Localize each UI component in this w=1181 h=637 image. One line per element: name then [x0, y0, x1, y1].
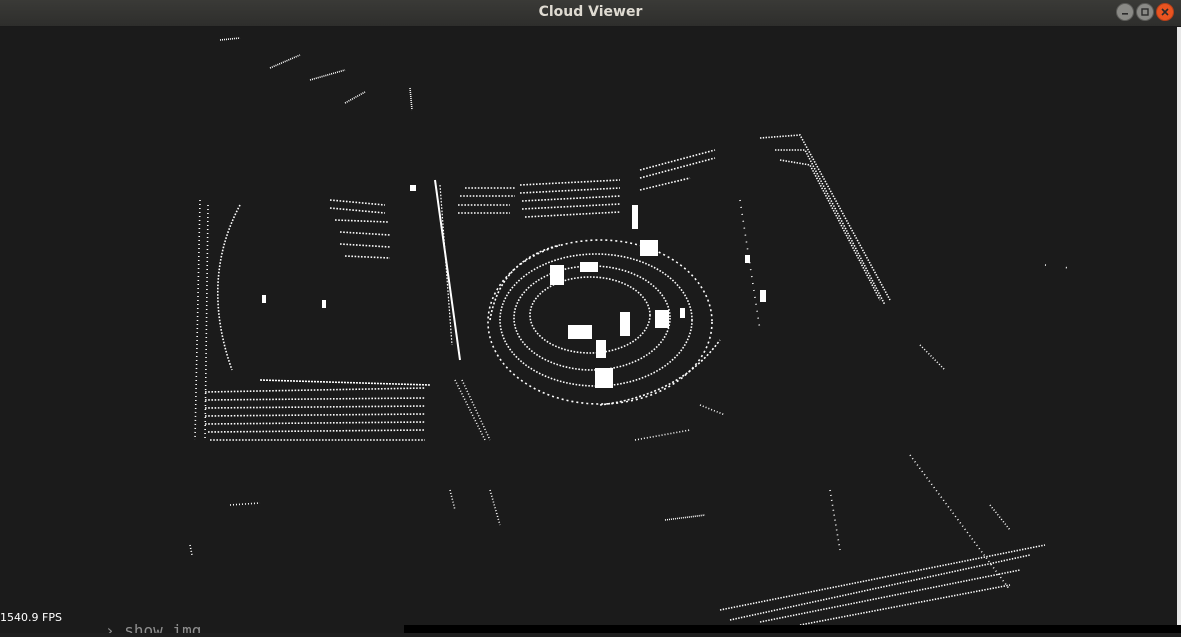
- background-window-edge: [1177, 27, 1181, 633]
- minimize-icon: [1122, 13, 1128, 15]
- fps-counter: 1540.9 FPS: [0, 611, 62, 624]
- title-bar[interactable]: Cloud Viewer: [0, 0, 1181, 27]
- close-button[interactable]: [1156, 3, 1174, 21]
- maximize-button[interactable]: [1136, 3, 1154, 21]
- close-icon: [1161, 8, 1169, 16]
- minimize-button[interactable]: [1116, 3, 1134, 21]
- background-terminal-text: › show_img: [105, 622, 202, 633]
- point-cloud-viewport[interactable]: [0, 27, 1177, 633]
- window-title: Cloud Viewer: [538, 4, 643, 20]
- point-cloud: [189, 37, 1086, 626]
- bottom-bar: [404, 625, 1181, 633]
- maximize-icon: [1141, 8, 1149, 16]
